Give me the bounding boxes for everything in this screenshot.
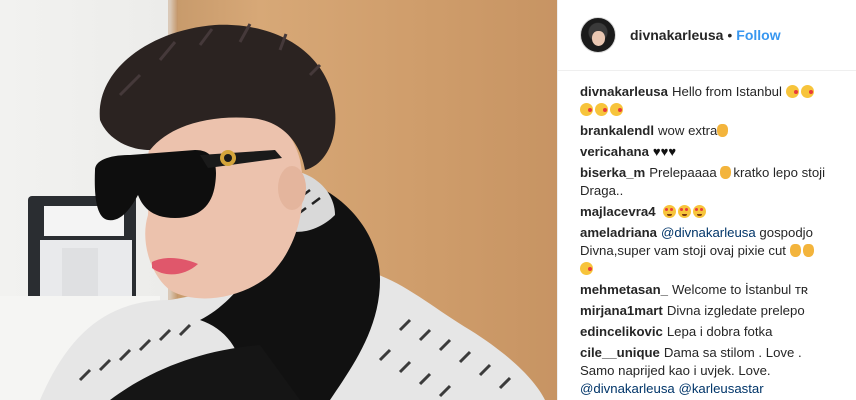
comment-username[interactable]: ameladriana	[580, 225, 657, 240]
follow-button[interactable]: Follow	[736, 27, 780, 43]
kissing-face-emoji-icon	[610, 103, 623, 116]
comment-item: cile__unique Dama sa stilom . Love . Samo…	[580, 344, 832, 398]
comment-item: edincelikovic Lepa i dobra fotka	[580, 323, 832, 341]
comment-text: Divna izgledate prelepo	[666, 303, 805, 318]
comment-username[interactable]: mehmetasan_	[580, 282, 668, 297]
kissing-face-emoji-icon	[580, 262, 593, 275]
comment-mention[interactable]: @divnakarleusa	[580, 381, 675, 396]
ok-hand-emoji-icon	[717, 124, 729, 137]
kissing-face-emoji-icon	[800, 85, 814, 98]
black-heart-emoji-icon: ♥♥♥	[652, 144, 677, 159]
comment-username[interactable]: cile__unique	[580, 345, 660, 360]
post-side-panel: divnakarleusa • Follow divnakarleusa Hell…	[557, 0, 856, 400]
comment-text: Lepa i dobra fotka	[666, 324, 773, 339]
post-photo[interactable]	[0, 0, 557, 400]
kissing-face-emoji-icon	[580, 103, 593, 116]
profile-avatar[interactable]	[580, 17, 616, 53]
comment-item: brankalendl wow extra	[580, 122, 832, 140]
comment-username[interactable]: divnakarleusa	[580, 84, 668, 99]
comment-text: Prelepaaaa	[649, 165, 717, 180]
header-separator: •	[727, 27, 733, 43]
comment-username[interactable]: biserka_m	[580, 165, 645, 180]
comment-item: mirjana1mart Divna izgledate prelepo	[580, 302, 832, 320]
comment-item: mehmetasan_ Welcome to İstanbul ᴛʀ	[580, 281, 832, 299]
comment-text: wow extra	[658, 123, 718, 138]
thumbs-up-emoji-icon	[789, 244, 801, 257]
kissing-face-emoji-icon	[785, 85, 799, 98]
comments-list: divnakarleusa Hello from Istanbul brankal…	[558, 71, 856, 398]
comment-item: biserka_m Prelepaaaa kratko lepo stoji Dr…	[580, 164, 832, 200]
heart-eyes-emoji-icon	[693, 205, 707, 218]
comment-item: vericahana ♥♥♥	[580, 143, 832, 161]
kissing-face-emoji-icon	[595, 103, 608, 116]
comment-username[interactable]: brankalendl	[580, 123, 654, 138]
thumbs-up-emoji-icon	[720, 166, 732, 179]
heart-eyes-emoji-icon	[678, 205, 692, 218]
post-header: divnakarleusa • Follow	[558, 0, 856, 71]
heart-eyes-emoji-icon	[663, 205, 677, 218]
header-username[interactable]: divnakarleusa	[630, 27, 723, 43]
comment-username[interactable]: majlacevra4	[580, 204, 656, 219]
comment-mention[interactable]: @karleusastar	[678, 381, 763, 396]
comment-text: Hello from Istanbul	[671, 84, 782, 99]
photo-illustration	[0, 0, 545, 400]
comment-item: ameladriana @divnakarleusa gospodjo Divna…	[580, 224, 832, 278]
instagram-post: divnakarleusa • Follow divnakarleusa Hell…	[0, 0, 856, 400]
ok-hand-emoji-icon	[802, 244, 814, 257]
comment-item: divnakarleusa Hello from Istanbul	[580, 83, 832, 119]
comment-mention[interactable]: @divnakarleusa	[661, 225, 756, 240]
comment-username[interactable]: edincelikovic	[580, 324, 663, 339]
comment-username[interactable]: vericahana	[580, 144, 649, 159]
comment-item: majlacevra4	[580, 203, 832, 221]
comment-username[interactable]: mirjana1mart	[580, 303, 663, 318]
comment-text: Welcome to İstanbul ᴛʀ	[671, 282, 809, 297]
